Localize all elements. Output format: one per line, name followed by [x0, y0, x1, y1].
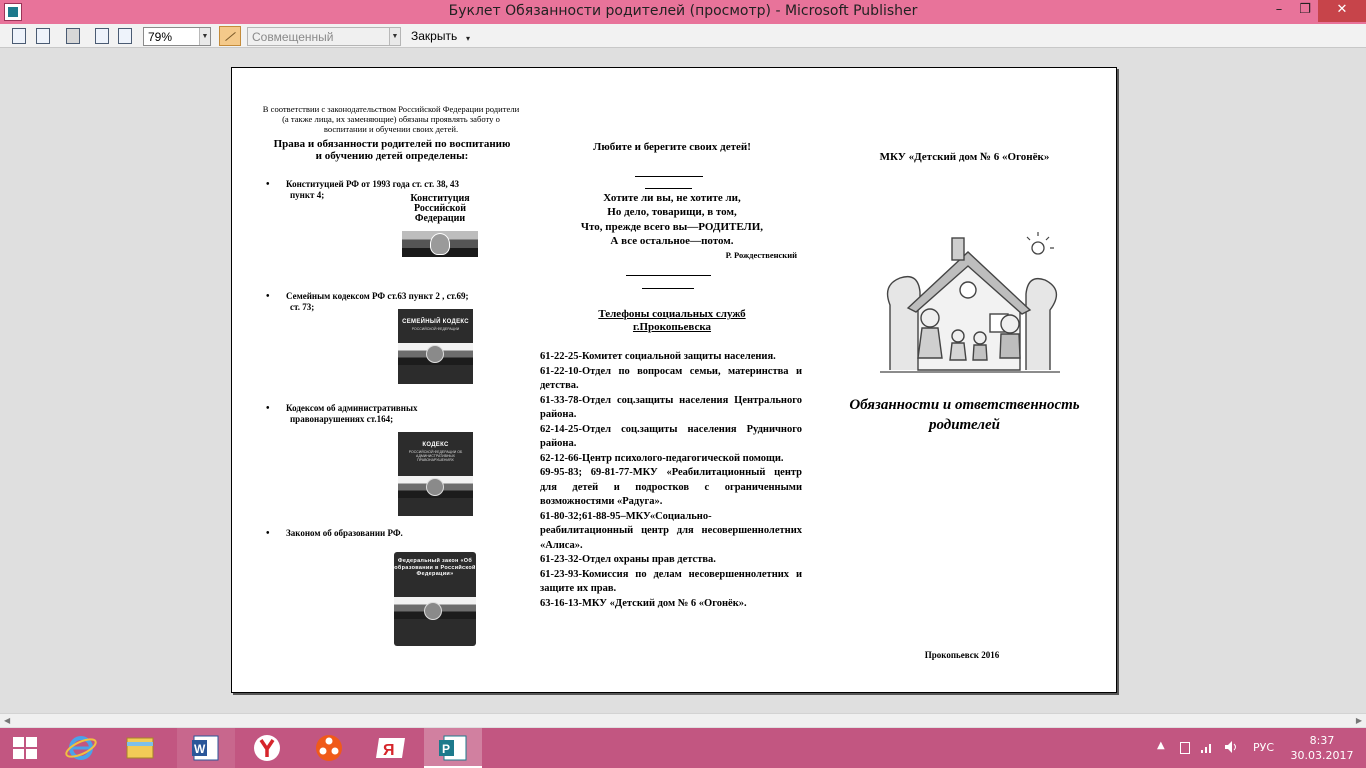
taskbar: W Я P ▲ РУС 8:37 30.03.2017	[0, 728, 1366, 768]
show-hidden-icons-icon[interactable]: ▲	[1157, 740, 1165, 768]
list-item: 61-23-32-Отдел охраны прав детства.	[540, 554, 716, 565]
zoom-value: 79%	[148, 30, 173, 44]
restore-button[interactable]: ❐	[1290, 0, 1320, 22]
device-icon[interactable]	[1180, 742, 1190, 754]
constitution-title: Конституция Российской Федерации	[410, 193, 470, 224]
clock-date: 30.03.2017	[1290, 749, 1354, 762]
file-explorer-icon[interactable]	[111, 728, 169, 768]
close-preview-button[interactable]: Закрыть	[406, 27, 462, 46]
list-item: 63-16-13-МКУ «Детский дом № 6 «Огонёк».	[540, 597, 747, 609]
title-bar: Буклет Обязанности родителей (просмотр) …	[0, 0, 1366, 24]
list-item: 62-12-66-Центр психолого-педагогической …	[540, 452, 784, 464]
next-page-icon[interactable]	[34, 27, 52, 45]
eagle-emblem-icon	[430, 233, 450, 255]
list-item: 61-23-93-Комиссия по делам несовершеннол…	[540, 568, 802, 595]
horizontal-scrollbar[interactable]: ◀ ▶	[0, 713, 1366, 727]
list-item: 62-14-25-Отдел соц.защиты населения Рудн…	[540, 423, 802, 450]
intro-text: В соответствии с законодательством Росси…	[262, 104, 520, 134]
separator-line	[626, 275, 711, 276]
family-code-title: СЕМЕЙНЫЙ КОДЕКС	[402, 319, 469, 325]
scroll-right-icon[interactable]: ▶	[1356, 714, 1362, 728]
education-law-title: Федеральный закон «Об образовании в Росс…	[394, 558, 476, 577]
publisher-icon[interactable]: P	[424, 728, 482, 768]
view-mode-value: Совмещенный	[252, 30, 334, 44]
window-title: Буклет Обязанности родителей (просмотр) …	[448, 3, 918, 19]
svg-text:P: P	[442, 742, 450, 756]
list-item: 61-33-78-Отдел соц.защиты населения Цент…	[540, 394, 802, 421]
admin-code-title: КОДЕКС	[422, 442, 449, 448]
volume-icon[interactable]	[1224, 740, 1240, 768]
poem-line: Хотите ли вы, не хотите ли,	[603, 192, 741, 204]
zoom-select[interactable]: 79% ▼	[143, 27, 211, 46]
poem-line: А все остальное—потом.	[610, 235, 734, 248]
start-button[interactable]	[13, 737, 37, 759]
rights-heading: Права и обязанности родителей по воспита…	[273, 138, 511, 162]
view-mode-select[interactable]: Совмещенный ▼	[247, 27, 401, 46]
toolbar-options-icon[interactable]: ▾	[466, 34, 470, 43]
family-code-book-image: СЕМЕЙНЫЙ КОДЕКС РОССИЙСКОЙ ФЕДЕРАЦИИ	[398, 309, 473, 384]
svg-text:Я: Я	[383, 742, 395, 759]
print-icon[interactable]	[64, 27, 82, 45]
booklet-page: В соответствии с законодательством Росси…	[231, 67, 1117, 693]
clock[interactable]: 8:37 30.03.2017	[1288, 733, 1356, 763]
pair-view-icon[interactable]	[219, 26, 241, 46]
media-player-icon[interactable]	[300, 728, 358, 768]
list-item: 61-80-32;61-88-95–МКУ«Социально-реабилит…	[540, 510, 802, 551]
list-item: Законом об образовании РФ.	[266, 528, 496, 539]
list-item: 61-22-10-Отдел по вопросам семьи, матери…	[540, 365, 802, 392]
organization-name: МКУ «Детский дом № 6 «Огонёк»	[879, 151, 1050, 163]
multi-page-icon[interactable]	[116, 27, 134, 45]
word-icon[interactable]: W	[177, 728, 235, 768]
single-page-icon[interactable]	[93, 27, 111, 45]
scroll-left-icon[interactable]: ◀	[4, 714, 10, 728]
phones-title: Телефоны социальных служб г.Прокопьевска	[598, 308, 746, 333]
network-icon[interactable]	[1200, 740, 1214, 768]
constitution-book-image: Конституция Российской Федерации	[402, 191, 478, 267]
education-law-book-image: Федеральный закон «Об образовании в Росс…	[394, 552, 476, 646]
admin-code-book-image: КОДЕКС РОССИЙСКОЙ ФЕДЕРАЦИИ ОБ АДМИНИСТР…	[398, 432, 473, 516]
family-code-subtitle: РОССИЙСКОЙ ФЕДЕРАЦИИ	[411, 327, 460, 331]
list-item: 69-95-83; 69-81-77-МКУ «Реабилитационный…	[540, 467, 802, 507]
zoom-dropdown-icon[interactable]: ▼	[199, 28, 210, 45]
motto: Любите и берегите своих детей!	[593, 141, 751, 153]
list-item: Кодексом об административных правонаруше…	[266, 403, 496, 425]
poem-line: Но дело, товарищи, в том,	[607, 206, 737, 219]
booklet-title: Обязанности и ответственность родителей	[849, 397, 1080, 433]
yandex-browser-icon[interactable]: Я	[361, 728, 419, 768]
yandex-icon[interactable]	[238, 728, 296, 768]
svg-text:W: W	[194, 742, 206, 756]
eagle-emblem-icon	[424, 602, 442, 620]
view-mode-dropdown-icon[interactable]: ▼	[389, 28, 400, 45]
separator-line	[635, 176, 703, 177]
clock-time: 8:37	[1309, 734, 1335, 747]
close-window-button[interactable]: ✕	[1318, 0, 1366, 22]
booklet-footer: Прокопьевск 2016	[924, 650, 1000, 660]
family-house-drawing	[880, 232, 1060, 373]
phone-list: 61-22-25-Комитет социальной защиты насел…	[540, 350, 802, 611]
separator-line	[642, 288, 694, 289]
poem-line: Что, прежде всего вы—РОДИТЕЛИ,	[580, 220, 764, 233]
language-indicator[interactable]: РУС	[1253, 741, 1274, 754]
prev-page-icon[interactable]	[10, 27, 28, 45]
separator-line	[645, 188, 692, 189]
poem-author: Р. Рождественский	[725, 250, 797, 260]
internet-explorer-icon[interactable]	[52, 728, 110, 768]
eagle-emblem-icon	[426, 345, 444, 363]
list-item: 61-22-25-Комитет социальной защиты насел…	[540, 351, 776, 362]
eagle-emblem-icon	[426, 478, 444, 496]
poem: Хотите ли вы, не хотите ли, Но дело, тов…	[552, 191, 792, 249]
admin-code-subtitle: РОССИЙСКОЙ ФЕДЕРАЦИИ ОБ АДМИНИСТРАТИВНЫХ…	[408, 450, 463, 462]
